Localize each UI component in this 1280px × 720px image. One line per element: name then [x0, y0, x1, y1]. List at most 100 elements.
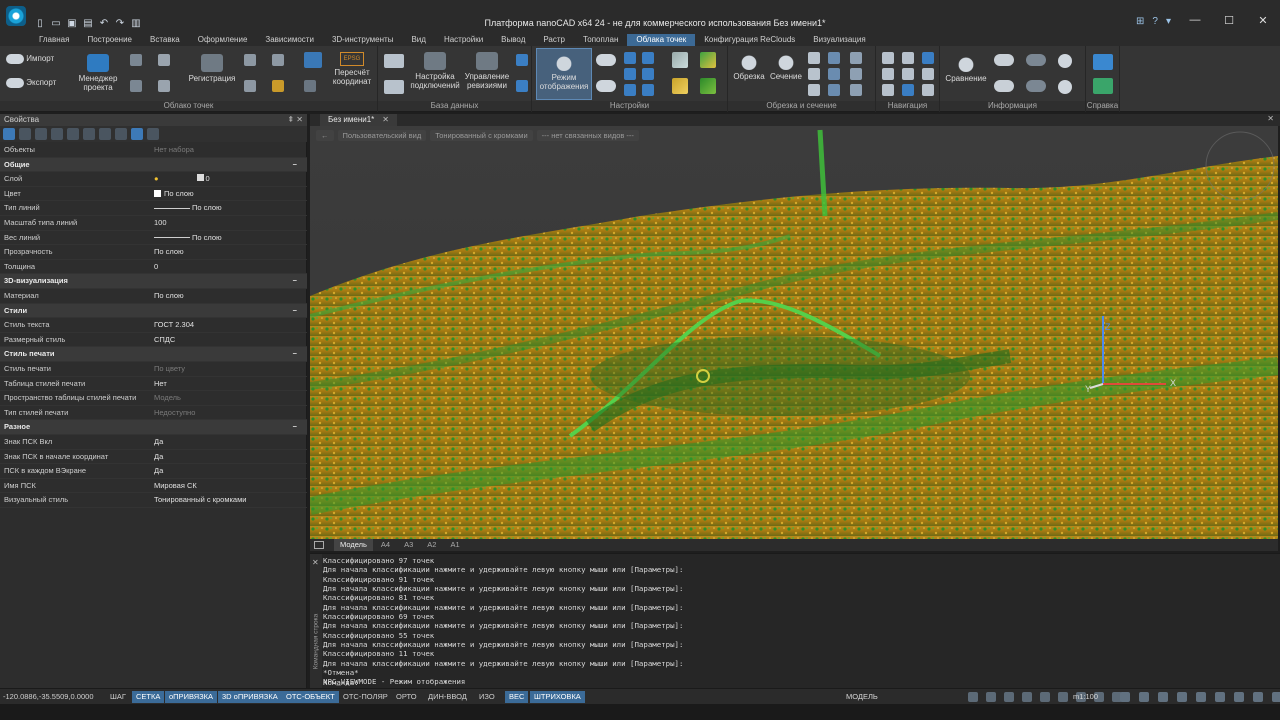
tab-topoplan[interactable]: Топоплан	[574, 34, 627, 46]
toggle-pickadd-icon[interactable]	[83, 128, 95, 140]
pan-icon[interactable]	[1120, 692, 1130, 702]
transform-icon[interactable]	[272, 80, 284, 92]
app-logo-icon[interactable]	[6, 6, 26, 26]
zoom-extents-icon[interactable]	[1158, 692, 1168, 702]
property-row[interactable]: Стиль текста ГОСТ 2.304	[0, 318, 307, 333]
status-toggle[interactable]: ОРТО	[392, 691, 421, 703]
status-toggle[interactable]: СЕТКА	[132, 691, 165, 703]
hand-pan-icon[interactable]	[882, 84, 894, 96]
layout-tab-a1[interactable]: A1	[444, 539, 465, 551]
help-label[interactable]: Справка	[1086, 101, 1119, 111]
transform-icon[interactable]	[244, 54, 256, 66]
database-info-icon[interactable]	[1058, 54, 1072, 68]
props-tool-icon[interactable]	[115, 128, 127, 140]
clip-tool-icon[interactable]	[808, 84, 820, 96]
dropdown-icon[interactable]: ▾	[1166, 16, 1171, 27]
import-button[interactable]: Импорт	[6, 54, 66, 64]
classify-icon[interactable]	[700, 78, 716, 94]
clip-tool-icon[interactable]	[828, 52, 840, 64]
tab-view[interactable]: Вид	[402, 34, 434, 46]
tab-point-clouds[interactable]: Облака точек	[627, 34, 696, 46]
recalc-coords-button[interactable]: EPSG Пересчёт координат	[330, 52, 374, 86]
layouts-menu-icon[interactable]	[314, 541, 324, 549]
tab-insert[interactable]: Вставка	[141, 34, 189, 46]
open-file-icon[interactable]: ▭	[50, 18, 62, 30]
property-row[interactable]: Стиль печати По цвету	[0, 362, 307, 377]
classify-icon[interactable]	[700, 52, 716, 68]
property-section[interactable]: Стиль печати −	[0, 347, 307, 362]
property-row[interactable]: Размерный стиль СПДС	[0, 333, 307, 348]
minimize-button[interactable]: —	[1178, 14, 1212, 27]
nav-icon[interactable]	[922, 52, 934, 64]
export-button[interactable]: Экспорт	[6, 78, 66, 88]
property-row[interactable]: Цвет По слою	[0, 187, 307, 202]
clip-tool-icon[interactable]	[828, 84, 840, 96]
layout-tab-a2[interactable]: A2	[421, 539, 442, 551]
db-icon[interactable]	[384, 54, 404, 68]
document-tab[interactable]: Без имени1* ✕	[320, 114, 397, 126]
close-window-button[interactable]: ✕	[1246, 14, 1280, 27]
property-row[interactable]: Имя ПСК Мировая СК	[0, 479, 307, 494]
property-row[interactable]: Толщина 0	[0, 260, 307, 275]
property-row[interactable]: Тип линий По слою	[0, 201, 307, 216]
clip-tool-icon[interactable]	[808, 68, 820, 80]
status-toggle[interactable]: ОТС-ОБЪЕКТ	[282, 691, 339, 703]
bulb-icon[interactable]: ●	[154, 174, 159, 183]
command-input[interactable]: Команда:	[310, 678, 1280, 688]
compare-button[interactable]: Сравнение	[944, 54, 988, 83]
database-info-icon[interactable]	[1058, 80, 1072, 94]
cloud-settings-icon[interactable]	[304, 52, 322, 68]
project-manager-button[interactable]: Менеджер проекта	[76, 54, 120, 92]
info-cloud-icon[interactable]	[994, 80, 1014, 92]
revisions-button[interactable]: Управление ревизиями	[464, 52, 510, 90]
transform-icon[interactable]	[244, 80, 256, 92]
transform-icon[interactable]	[272, 54, 284, 66]
info-cloud-icon[interactable]	[1026, 80, 1046, 92]
nav-icon[interactable]	[922, 68, 934, 80]
tab-settings[interactable]: Настройки	[435, 34, 492, 46]
tab-raster[interactable]: Растр	[534, 34, 574, 46]
collapse-icon[interactable]: −	[293, 420, 297, 435]
nav-icon[interactable]	[902, 52, 914, 64]
cloud-tool-icon[interactable]	[158, 80, 170, 92]
property-row[interactable]: Масштаб типа линий 100	[0, 216, 307, 231]
tab-constraints[interactable]: Зависимости	[256, 34, 323, 46]
connections-button[interactable]: Настройка подключений	[410, 52, 460, 90]
property-section[interactable]: 3D-визуализация −	[0, 274, 307, 289]
view-icon[interactable]	[642, 68, 654, 80]
help-icon[interactable]: ?	[1152, 16, 1158, 27]
view-name-control[interactable]: Пользовательский вид	[337, 130, 427, 141]
viewport-icon[interactable]	[1177, 692, 1187, 702]
nav-icon[interactable]	[902, 84, 914, 96]
registration-button[interactable]: Регистрация	[186, 54, 238, 83]
status-toggle[interactable]: ВЕС	[505, 691, 529, 703]
status-toggle[interactable]: оПРИВЯЗКА	[165, 691, 218, 703]
collapse-icon[interactable]: −	[293, 347, 297, 362]
property-row[interactable]: Пространство таблицы стилей печати Модель	[0, 391, 307, 406]
cloud-tool-icon[interactable]	[130, 80, 142, 92]
property-row[interactable]: Прозрачность По слою	[0, 245, 307, 260]
lock-icon[interactable]	[1022, 692, 1032, 702]
property-row[interactable]: Визуальный стиль Тонированный с кромками	[0, 493, 307, 508]
layout-tab-a3[interactable]: A3	[398, 539, 419, 551]
tab-format[interactable]: Оформление	[189, 34, 257, 46]
clip-tool-icon[interactable]	[808, 52, 820, 64]
cloud-style-icon[interactable]	[596, 54, 616, 66]
panel-pin-close-icons[interactable]: ⇞ ✕	[287, 114, 303, 126]
cursor-icon[interactable]	[1058, 692, 1068, 702]
cloud-tool-icon[interactable]	[158, 54, 170, 66]
pointer-icon[interactable]	[19, 128, 31, 140]
clip-tool-icon[interactable]	[850, 52, 862, 64]
close-doc-icon[interactable]: ✕	[1267, 114, 1274, 123]
sync-icon[interactable]	[516, 80, 528, 92]
visual-style-control[interactable]: Тонированный с кромками	[430, 130, 533, 141]
isolate-icon[interactable]	[1004, 692, 1014, 702]
property-row[interactable]: ПСК в каждом ВЭкране Да	[0, 464, 307, 479]
save-as-icon[interactable]: ▤	[82, 18, 94, 30]
info-cloud-icon[interactable]	[1026, 54, 1046, 66]
linked-views-control[interactable]: --- нет связанных видов ---	[536, 130, 639, 141]
status-toggle[interactable]: ИЗО	[475, 691, 499, 703]
select-objects-icon[interactable]	[3, 128, 15, 140]
props-tool-icon[interactable]	[131, 128, 143, 140]
book-icon[interactable]	[1093, 78, 1113, 94]
